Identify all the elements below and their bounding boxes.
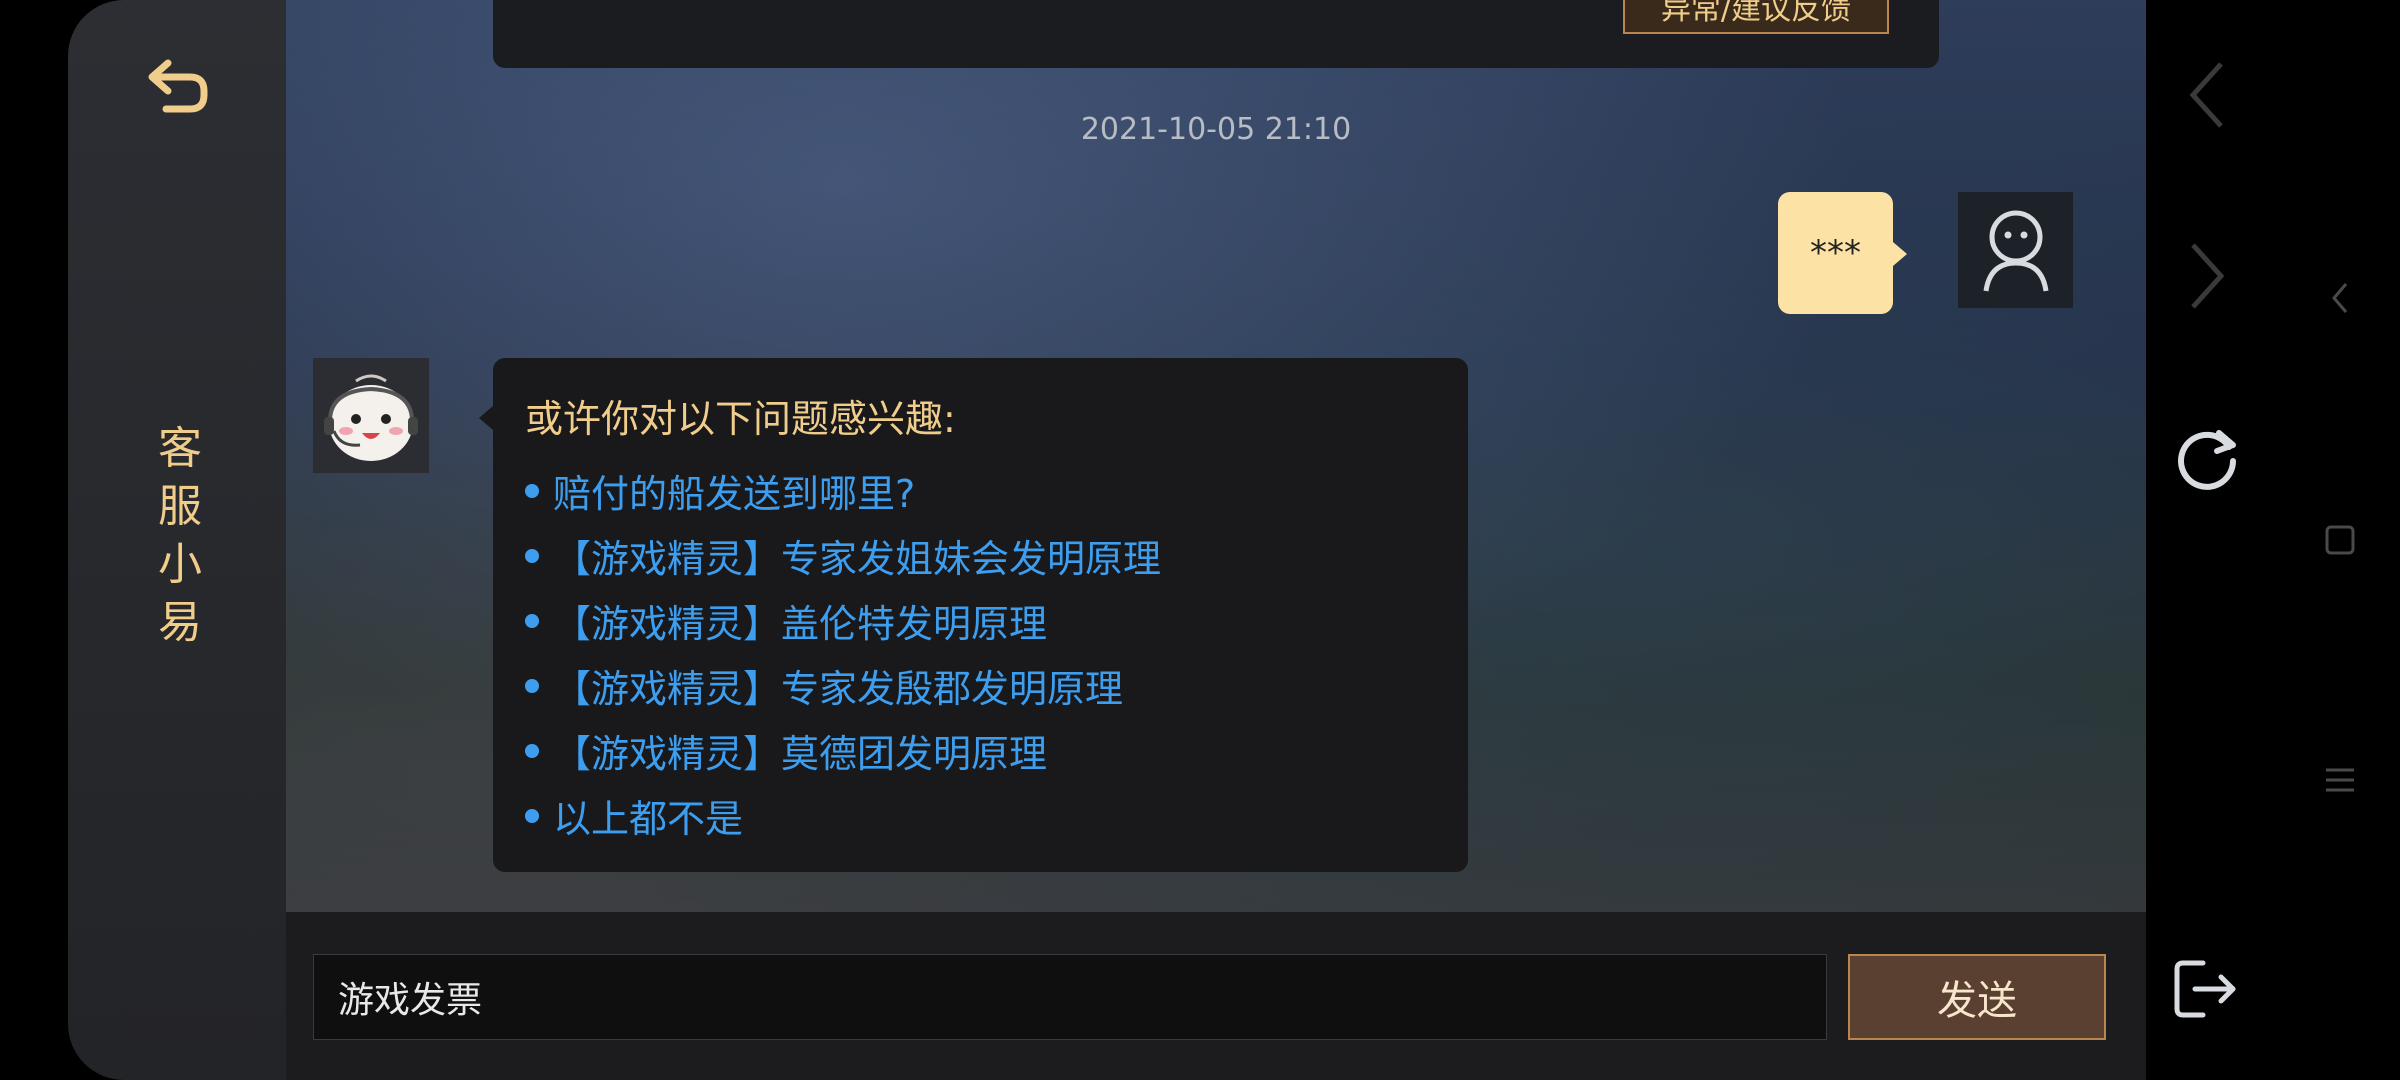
bullet-icon [525,613,539,628]
bot-message-heading: 或许你对以下问题感兴趣: [525,397,956,441]
suggestion-option[interactable]: 赔付的船发送到哪里? [525,458,1468,523]
next-button[interactable] [2180,236,2234,316]
user-avatar [1958,192,2073,308]
sidebar-title: 客 服 小 易 [158,423,202,648]
refresh-icon [2178,430,2236,490]
system-nav-bar [2280,0,2400,1080]
nav-home-icon [2325,525,2355,555]
feedback-button[interactable]: 异常/建议反馈 [1623,0,1889,34]
suggestion-option[interactable]: 【游戏精灵】莫德团发明原理 [525,718,1468,783]
input-bar: 游戏发票 发送 [286,912,2146,1080]
suggestion-label: 以上都不是 [553,797,744,841]
suggestion-option[interactable]: 【游戏精灵】盖伦特发明原理 [525,588,1468,653]
previous-message-bubble: 异常/建议反馈 [493,0,1939,68]
user-avatar-icon [1983,210,2048,292]
suggestion-label: 赔付的船发送到哪里? [553,472,916,516]
suggestion-option[interactable]: 【游戏精灵】专家发殷郡发明原理 [525,653,1468,718]
system-menu-button[interactable] [2304,752,2376,808]
exit-button[interactable] [2170,952,2244,1026]
bot-mascot-icon [324,374,418,461]
suggestion-option[interactable]: 【游戏精灵】专家发姐妹会发明原理 [525,523,1468,588]
chat-area[interactable]: 异常/建议反馈 2021-10-05 21:10 *** 或许你对以下问题感兴趣… [286,0,2146,912]
refresh-button[interactable] [2170,420,2244,494]
bullet-icon [525,808,539,823]
chevron-right-icon [2191,243,2225,309]
nav-menu-icon [2326,768,2354,792]
bot-message-bubble: 或许你对以下问题感兴趣: 赔付的船发送到哪里? 【游戏精灵】专家发姐妹会发明原理… [479,358,1468,872]
suggestion-label: 【游戏精灵】专家发殷郡发明原理 [553,667,1124,711]
bullet-icon [525,743,539,758]
bullet-icon [525,483,539,498]
system-back-button[interactable] [2304,270,2376,326]
system-home-button[interactable] [2304,512,2376,568]
back-arrow-icon [148,59,208,113]
nav-back-icon [2332,283,2348,313]
bullet-icon [525,548,539,563]
suggestion-label: 【游戏精灵】专家发姐妹会发明原理 [553,537,1162,581]
suggestion-option[interactable]: 以上都不是 [525,783,1468,848]
bot-avatar [313,358,429,473]
suggestion-label: 【游戏精灵】盖伦特发明原理 [553,602,1048,646]
suggestion-label: 【游戏精灵】莫德团发明原理 [553,732,1048,776]
exit-icon [2174,960,2236,1018]
bullet-icon [525,678,539,693]
message-input[interactable]: 游戏发票 [313,954,1827,1040]
send-button[interactable]: 发送 [1848,954,2106,1040]
message-timestamp: 2021-10-05 21:10 [1080,112,1352,147]
back-button[interactable] [143,55,213,117]
previous-button[interactable] [2180,55,2234,135]
user-message-bubble: *** [1778,192,1907,314]
chevron-left-icon [2189,62,2223,128]
